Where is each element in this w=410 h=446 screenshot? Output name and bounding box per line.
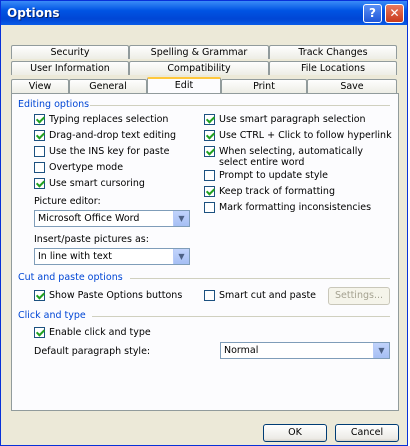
checkbox-drag-drop[interactable]: Drag-and-drop text editing xyxy=(34,130,176,141)
tab-edit[interactable]: Edit xyxy=(147,77,221,93)
insert-pictures-label: Insert/paste pictures as: xyxy=(34,234,149,245)
tab-row-1: Security Spelling & Grammar Track Change… xyxy=(11,45,397,59)
default-style-value: Normal xyxy=(224,345,259,356)
checkbox-label: Overtype mode xyxy=(49,162,124,173)
help-button[interactable]: ? xyxy=(363,4,382,23)
checkbox-label: Typing replaces selection xyxy=(49,114,169,125)
cancel-button[interactable]: Cancel xyxy=(335,424,399,442)
check-icon xyxy=(204,130,215,141)
checkbox-typing-replaces[interactable]: Typing replaces selection xyxy=(34,114,168,125)
checkbox-label: Use CTRL + Click to follow hyperlink xyxy=(219,130,392,141)
checkbox-empty-icon xyxy=(34,146,45,157)
insert-pictures-value: In line with text xyxy=(38,251,112,262)
checkbox-label: Use the INS key for paste xyxy=(49,146,170,157)
checkbox-empty-icon xyxy=(204,202,215,213)
tab-general[interactable]: General xyxy=(69,79,147,93)
insert-pictures-select[interactable]: In line with text ▼ xyxy=(34,248,190,265)
checkbox-select-entire-word[interactable]: When selecting, automatically select ent… xyxy=(204,146,389,168)
check-icon xyxy=(34,114,45,125)
tab-print[interactable]: Print xyxy=(221,79,307,93)
options-dialog: Options ? ✕ Security Spelling & Grammar … xyxy=(0,0,408,446)
tab-spelling-grammar[interactable]: Spelling & Grammar xyxy=(129,45,269,59)
checkbox-empty-icon xyxy=(204,170,215,181)
check-icon xyxy=(34,178,45,189)
cut-paste-heading: Cut and paste options xyxy=(18,272,123,283)
checkbox-smart-paragraph[interactable]: Use smart paragraph selection xyxy=(204,114,366,125)
checkbox-label: Use smart cursoring xyxy=(49,178,145,189)
checkbox-prompt-update-style[interactable]: Prompt to update style xyxy=(204,170,328,181)
tab-user-information[interactable]: User Information xyxy=(11,61,129,75)
checkbox-enable-click-type[interactable]: Enable click and type xyxy=(34,327,151,338)
checkbox-label: Prompt to update style xyxy=(219,170,328,181)
check-icon xyxy=(34,130,45,141)
tab-row-3: View General Edit Print Save xyxy=(11,77,397,93)
checkbox-label: Smart cut and paste xyxy=(219,290,317,301)
checkbox-keep-track-formatting[interactable]: Keep track of formatting xyxy=(204,186,335,197)
tab-compatibility[interactable]: Compatibility xyxy=(129,61,269,75)
checkbox-ins-key[interactable]: Use the INS key for paste xyxy=(34,146,169,157)
checkbox-label: Mark formatting inconsistencies xyxy=(219,202,372,213)
checkbox-label: Show Paste Options buttons xyxy=(49,290,183,301)
click-type-heading: Click and type xyxy=(18,310,86,321)
checkbox-smart-cursoring[interactable]: Use smart cursoring xyxy=(34,178,145,189)
editing-options-heading: Editing options xyxy=(18,99,90,110)
checkbox-ctrl-click[interactable]: Use CTRL + Click to follow hyperlink xyxy=(204,130,392,141)
checkbox-label: When selecting, automatically select ent… xyxy=(219,146,364,168)
title-bar[interactable]: Options ? ✕ xyxy=(1,1,407,25)
divider xyxy=(90,105,390,106)
tab-file-locations[interactable]: File Locations xyxy=(269,61,397,75)
checkbox-show-paste-options[interactable]: Show Paste Options buttons xyxy=(34,290,182,301)
checkbox-empty-icon xyxy=(34,162,45,173)
check-icon xyxy=(204,146,215,157)
tab-save[interactable]: Save xyxy=(307,79,397,93)
checkbox-smart-cut-paste[interactable]: Smart cut and paste xyxy=(204,290,316,301)
ok-button[interactable]: OK xyxy=(263,424,327,442)
picture-editor-value: Microsoft Office Word xyxy=(38,213,140,224)
check-icon xyxy=(34,327,45,338)
checkbox-empty-icon xyxy=(204,290,215,301)
picture-editor-select[interactable]: Microsoft Office Word ▼ xyxy=(34,210,190,227)
close-button[interactable]: ✕ xyxy=(385,4,404,23)
chevron-down-icon[interactable]: ▼ xyxy=(373,343,389,358)
tab-view[interactable]: View xyxy=(11,79,69,93)
default-style-label: Default paragraph style: xyxy=(34,346,151,357)
checkbox-mark-inconsistencies[interactable]: Mark formatting inconsistencies xyxy=(204,202,371,213)
checkbox-label: Drag-and-drop text editing xyxy=(49,130,177,141)
chevron-down-icon[interactable]: ▼ xyxy=(173,249,189,264)
settings-button[interactable]: Settings... xyxy=(328,287,390,305)
divider xyxy=(92,316,390,317)
chevron-down-icon[interactable]: ▼ xyxy=(173,211,189,226)
window-title: Options xyxy=(7,6,60,20)
tab-security[interactable]: Security xyxy=(11,45,129,59)
tab-track-changes[interactable]: Track Changes xyxy=(269,45,397,59)
edit-panel: Editing options Typing replaces selectio… xyxy=(11,93,399,411)
tab-row-2: User Information Compatibility File Loca… xyxy=(11,61,397,75)
picture-editor-label: Picture editor: xyxy=(34,196,101,207)
checkbox-label: Enable click and type xyxy=(49,327,151,338)
check-icon xyxy=(34,290,45,301)
divider xyxy=(130,278,390,279)
default-style-select[interactable]: Normal ▼ xyxy=(220,342,390,359)
checkbox-label: Keep track of formatting xyxy=(219,186,335,197)
check-icon xyxy=(204,186,215,197)
check-icon xyxy=(204,114,215,125)
checkbox-label: Use smart paragraph selection xyxy=(219,114,366,125)
checkbox-overtype[interactable]: Overtype mode xyxy=(34,162,123,173)
